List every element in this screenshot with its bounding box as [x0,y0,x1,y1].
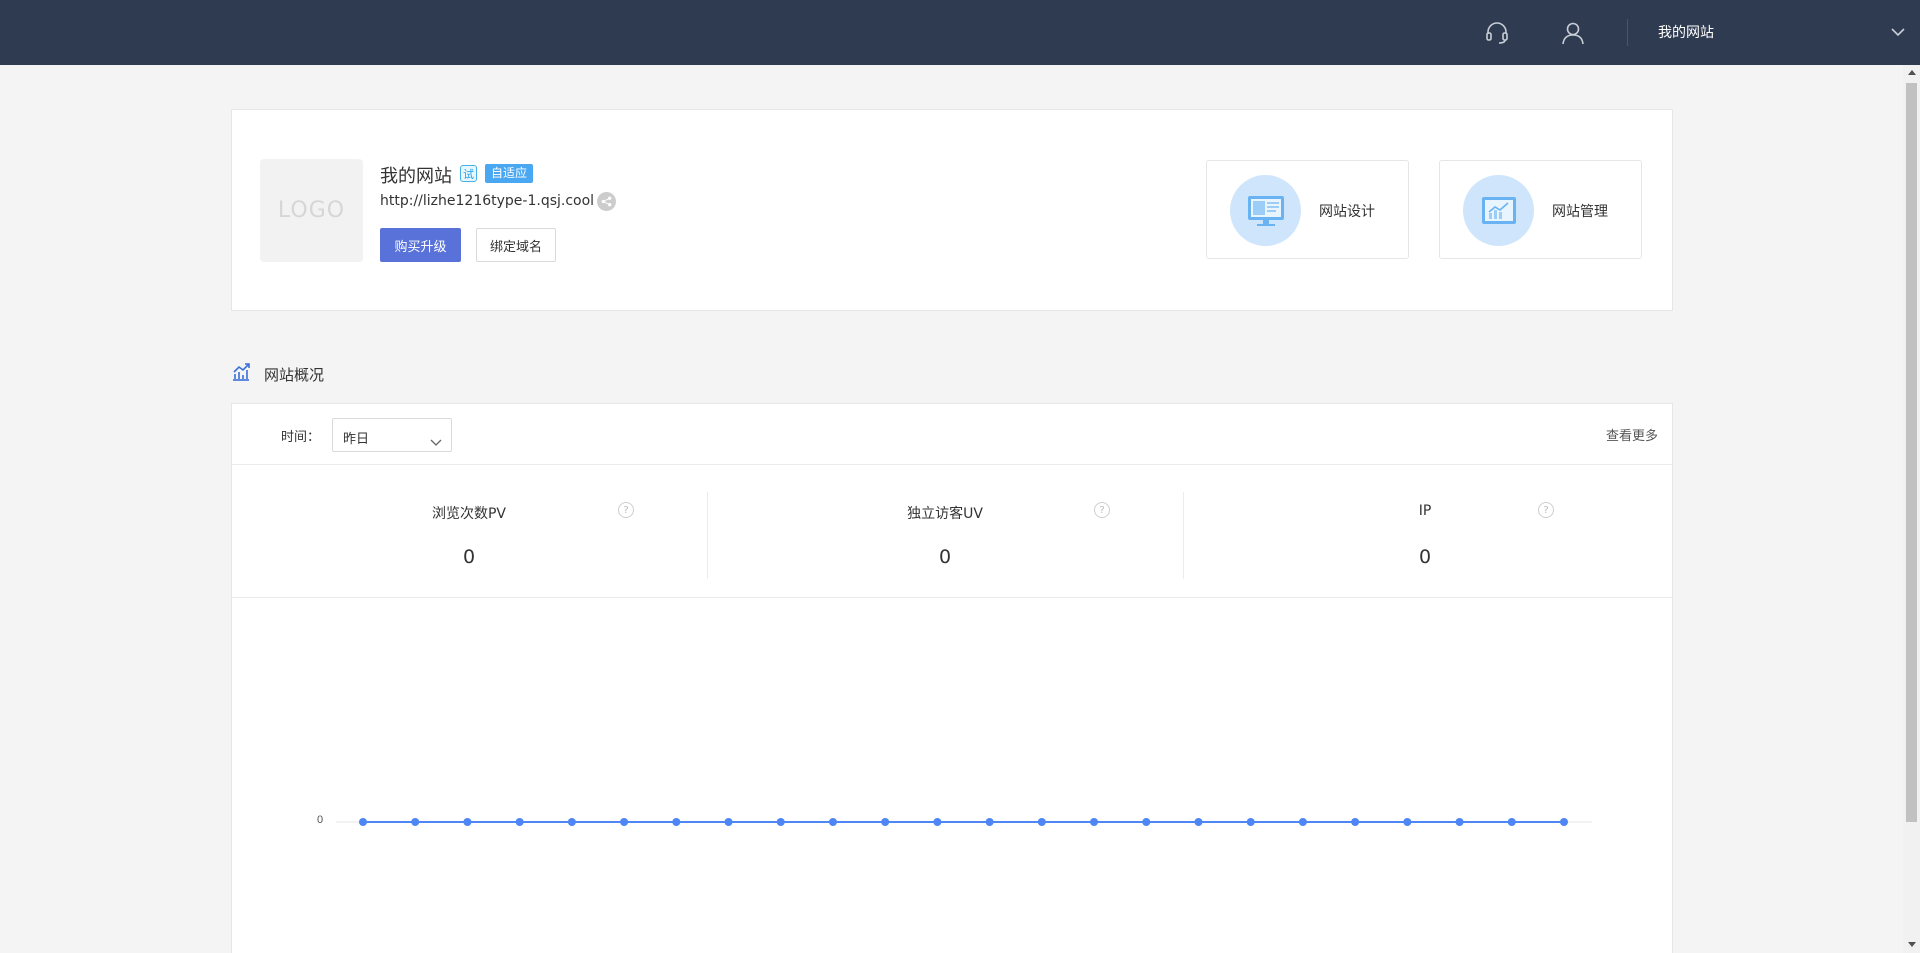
header-divider [1627,19,1628,46]
data-point[interactable] [828,818,837,826]
metric-value: 0 [462,546,476,568]
website-design-card[interactable]: 网站设计 [1206,160,1409,259]
data-point[interactable] [1351,818,1360,826]
bind-domain-button[interactable]: 绑定域名 [476,228,556,262]
data-point[interactable] [1037,818,1046,826]
share-icon[interactable] [597,192,616,211]
data-point[interactable] [776,818,785,826]
page-scrollbar[interactable] [1903,65,1920,953]
top-bar: 我的网站 [0,0,1920,65]
chevron-down-icon [430,432,442,451]
time-select[interactable]: 昨日 [332,418,452,452]
site-info-card: LOGO 我的网站 试 自适应 http://lizhe1216type-1.q… [231,109,1673,311]
data-point[interactable] [985,818,994,826]
filter-row: 时间： 昨日 查看更多 [232,404,1672,465]
site-logo-placeholder: LOGO [260,159,363,262]
metric-value: 0 [938,546,952,568]
metric-name: IP [1418,503,1432,519]
site-title: 我的网站 [380,166,452,187]
user-icon[interactable] [1558,18,1588,48]
metric-name: 浏览次数PV [431,506,507,522]
stats-panel: 时间： 昨日 查看更多 浏览次数PV ? 0 独立访客UV ? 0 IP ? 0 [231,403,1673,953]
view-more-link[interactable]: 查看更多 [1606,425,1658,444]
data-point[interactable] [933,818,942,826]
site-switcher-label[interactable]: 我的网站 [1658,22,1714,42]
metric-value: 0 [1418,546,1432,568]
data-point[interactable] [620,818,629,826]
time-select-value: 昨日 [343,432,370,447]
website-manage-card[interactable]: 网站管理 [1439,160,1642,259]
trial-badge: 试 [460,165,477,182]
data-point[interactable] [567,818,576,826]
data-point[interactable] [881,818,890,826]
scrollbar-thumb[interactable] [1906,83,1917,822]
data-point[interactable] [1090,818,1099,826]
data-point[interactable] [1142,818,1151,826]
help-icon[interactable]: ? [1094,502,1110,518]
data-point[interactable] [1403,818,1412,826]
data-point[interactable] [1246,818,1255,826]
help-icon[interactable]: ? [618,502,634,518]
scroll-up-arrow-icon[interactable] [1908,70,1916,75]
adaptive-badge: 自适应 [485,164,534,183]
scroll-down-arrow-icon[interactable] [1908,942,1916,947]
y-tick-label: 0 [317,814,323,826]
data-point[interactable] [1455,818,1464,826]
chart-manage-icon [1463,175,1534,246]
data-point[interactable] [1507,818,1516,826]
help-icon[interactable]: ? [1538,502,1554,518]
overview-heading: 网站概况 [231,362,324,386]
monitor-design-icon [1230,175,1301,246]
data-point[interactable] [411,818,420,826]
data-point[interactable] [1560,818,1568,826]
trend-chart-icon [231,362,251,386]
metric-name: 独立访客UV [907,506,983,522]
metric-uv: 独立访客UV ? 0 [708,465,1183,598]
chevron-down-icon[interactable] [1890,24,1906,44]
time-filter-label: 时间： [281,430,321,445]
metric-pv: 浏览次数PV ? 0 [232,465,707,598]
data-point[interactable] [1298,818,1307,826]
traffic-chart: 0 [232,599,1672,953]
website-design-label: 网站设计 [1319,204,1375,220]
data-point[interactable] [463,818,472,826]
data-point[interactable] [672,818,681,826]
data-point[interactable] [359,818,367,826]
site-url-link[interactable]: http://lizhe1216type-1.qsj.cool [380,193,594,209]
data-point[interactable] [1194,818,1203,826]
overview-title: 网站概况 [264,365,325,384]
headset-icon[interactable] [1482,18,1512,48]
metrics-row: 浏览次数PV ? 0 独立访客UV ? 0 IP ? 0 [232,465,1672,598]
data-point[interactable] [724,818,733,826]
data-point[interactable] [515,818,524,826]
website-manage-label: 网站管理 [1552,204,1608,220]
metric-ip: IP ? 0 [1184,465,1674,598]
traffic-line-chart: 0 [317,814,1592,826]
buy-upgrade-button[interactable]: 购买升级 [380,228,461,262]
